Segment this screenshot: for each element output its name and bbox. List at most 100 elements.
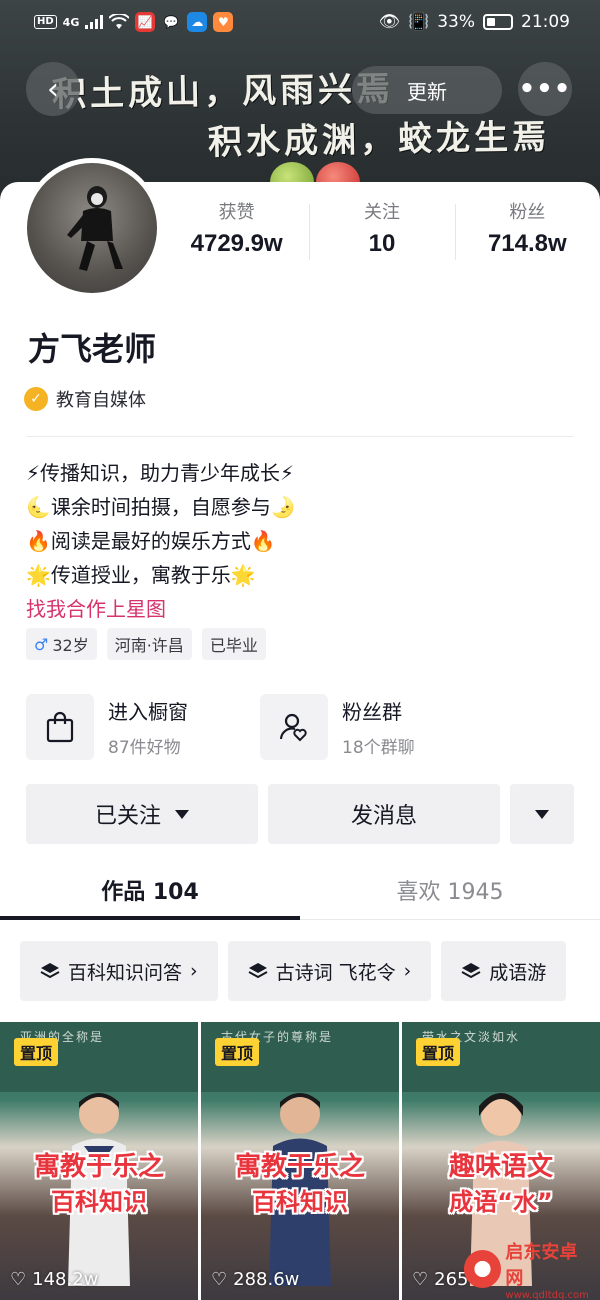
- profile-bio: ⚡传播知识，助力青少年成长⚡ 🌜课余时间拍摄，自愿参与🌛 🔥阅读是最好的娱乐方式…: [26, 456, 296, 626]
- avatar[interactable]: [22, 158, 162, 298]
- signal-icon: [85, 15, 104, 29]
- caret-down-icon: [535, 809, 549, 819]
- service-subtitle: 87件好物: [108, 738, 181, 758]
- bio-line: 🌟传道授业，寓教于乐🌟: [26, 563, 256, 587]
- status-bar: HD 4G 📈 💬 ☁ ♥ 👁 📳 33% 21:09: [0, 0, 600, 44]
- video-caption-line2: 百科知识: [252, 1188, 348, 1216]
- network-type: 4G: [62, 15, 80, 29]
- tag-age: ♂ 32岁: [26, 628, 97, 660]
- eye-comfort-icon: 👁: [378, 12, 401, 32]
- video-caption-line1: 寓教于乐之: [33, 1152, 164, 1182]
- followed-label: 已关注: [94, 804, 161, 829]
- followed-button[interactable]: 已关注: [26, 784, 258, 844]
- stat-value: 4729.9w: [190, 230, 283, 257]
- video-caption-line1: 趣味语文: [448, 1152, 553, 1182]
- layers-icon: [248, 963, 268, 979]
- heart-icon: ♡: [211, 1269, 228, 1290]
- battery-icon: [483, 14, 513, 30]
- video-thumbnail[interactable]: 古代女子的尊称是 置顶 寓教于乐之 百科知识 ♡ 288.6w: [201, 1022, 399, 1300]
- video-likes: ♡ 288.6w: [211, 1269, 299, 1290]
- update-button[interactable]: 更新: [352, 66, 502, 114]
- bio-line: 🌜课余时间拍摄，自愿参与🌛: [26, 495, 296, 519]
- collection-row: 百科知识问答 › 古诗词 飞花令 › 成语游: [20, 941, 600, 1001]
- health-app-icon: ♥: [213, 12, 234, 32]
- battery-percent: 33%: [437, 12, 475, 32]
- service-title: 进入橱窗: [108, 700, 188, 724]
- caret-down-icon: [175, 809, 189, 819]
- tab-likes[interactable]: 喜欢 1945: [300, 860, 600, 920]
- chevron-right-icon: ›: [190, 960, 198, 982]
- wifi-icon: [109, 14, 130, 29]
- verification-badge[interactable]: ✓ 教育自媒体: [24, 386, 146, 412]
- service-fan-group[interactable]: 粉丝群 18个群聊: [260, 694, 494, 760]
- collection-chip[interactable]: 成语游: [441, 941, 567, 1001]
- male-icon: ♂: [34, 634, 49, 654]
- service-shop-window[interactable]: 进入橱窗 87件好物: [26, 694, 260, 760]
- back-chevron-icon: ‹: [47, 71, 59, 107]
- active-tab-indicator: [0, 916, 300, 920]
- more-dots-icon: •••: [518, 74, 572, 104]
- bio-cooperation-link[interactable]: 找我合作上星图: [26, 592, 296, 626]
- tab-works[interactable]: 作品 104: [0, 860, 300, 920]
- clock: 21:09: [521, 12, 570, 32]
- fan-group-icon: [260, 694, 328, 760]
- video-caption-line2: 百科知识: [51, 1188, 147, 1216]
- send-message-label: 发消息: [350, 804, 417, 829]
- bio-line: 🔥阅读是最好的娱乐方式🔥: [26, 529, 276, 553]
- more-button[interactable]: •••: [518, 62, 572, 116]
- tag-text: 已毕业: [209, 636, 258, 655]
- service-subtitle: 18个群聊: [342, 738, 415, 758]
- stat-label: 关注: [363, 202, 400, 223]
- weather-app-icon: ☁: [187, 12, 208, 32]
- send-message-button[interactable]: 发消息: [268, 784, 500, 844]
- divider: [26, 436, 574, 437]
- video-thumbnail[interactable]: 亚洲的全称是 置顶 寓教于乐之 百科知识 ♡ 148.2w: [0, 1022, 198, 1300]
- layers-icon: [461, 963, 481, 979]
- avatar-person-image: [67, 186, 123, 271]
- stat-label: 粉丝: [509, 202, 546, 223]
- pinned-badge: 置顶: [14, 1038, 59, 1066]
- site-watermark: 启东安卓网 www.qdltdq.com: [464, 1242, 594, 1300]
- heart-icon: ♡: [412, 1269, 429, 1290]
- collection-chip[interactable]: 古诗词 飞花令 ›: [227, 941, 432, 1001]
- profile-services: 进入橱窗 87件好物 粉丝群 18个群聊: [26, 694, 586, 760]
- back-button[interactable]: ‹: [26, 62, 80, 116]
- watermark-logo-icon: [464, 1250, 502, 1288]
- stat-following[interactable]: 关注 10: [309, 196, 454, 268]
- stat-followers[interactable]: 粉丝 714.8w: [454, 196, 600, 268]
- tag-text: 河南·许昌: [114, 636, 184, 655]
- collection-chip[interactable]: 百科知识问答 ›: [20, 941, 218, 1001]
- profile-stats: 获赞 4729.9w 关注 10 粉丝 714.8w: [164, 196, 600, 268]
- tag-school: 已毕业: [201, 628, 266, 660]
- watermark-url: www.qdltdq.com: [505, 1289, 589, 1300]
- video-caption-line2: 成语“水”: [449, 1188, 553, 1216]
- heart-icon: ♡: [10, 1269, 27, 1290]
- hd-indicator: HD: [34, 15, 57, 29]
- video-likes: ♡ 148.2w: [10, 1269, 98, 1290]
- bio-line: ⚡传播知识，助力青少年成长⚡: [26, 461, 295, 485]
- like-count: 148.2w: [32, 1269, 99, 1290]
- message-bubble-icon: 💬: [163, 15, 179, 29]
- verified-check-icon: ✓: [24, 387, 48, 411]
- verification-label: 教育自媒体: [56, 390, 146, 411]
- collection-label: 成语游: [489, 961, 547, 984]
- collection-label: 百科知识问答: [68, 961, 183, 984]
- stat-likes[interactable]: 获赞 4729.9w: [164, 196, 309, 268]
- profile-tags: ♂ 32岁 河南·许昌 已毕业: [26, 628, 266, 660]
- collection-label: 古诗词 飞花令: [275, 961, 396, 984]
- video-caption-line1: 寓教于乐之: [234, 1152, 365, 1182]
- stat-value: 10: [368, 230, 396, 257]
- vibrate-icon: 📳: [408, 12, 430, 32]
- banner-line-2: 积水成渊，蛟龙生焉: [207, 117, 551, 163]
- tag-text: 32岁: [52, 636, 89, 655]
- more-actions-button[interactable]: [510, 784, 574, 844]
- banner-line-1: 积土成山，风雨兴焉: [51, 69, 395, 115]
- chevron-right-icon: ›: [403, 960, 412, 982]
- update-label: 更新: [407, 79, 447, 104]
- layers-icon: [40, 963, 60, 979]
- tag-location: 河南·许昌: [106, 628, 192, 660]
- shopping-bag-icon: [26, 694, 94, 760]
- profile-name: 方飞老师: [28, 330, 157, 368]
- profile-actions: 已关注 发消息: [26, 784, 574, 844]
- service-title: 粉丝群: [342, 700, 402, 724]
